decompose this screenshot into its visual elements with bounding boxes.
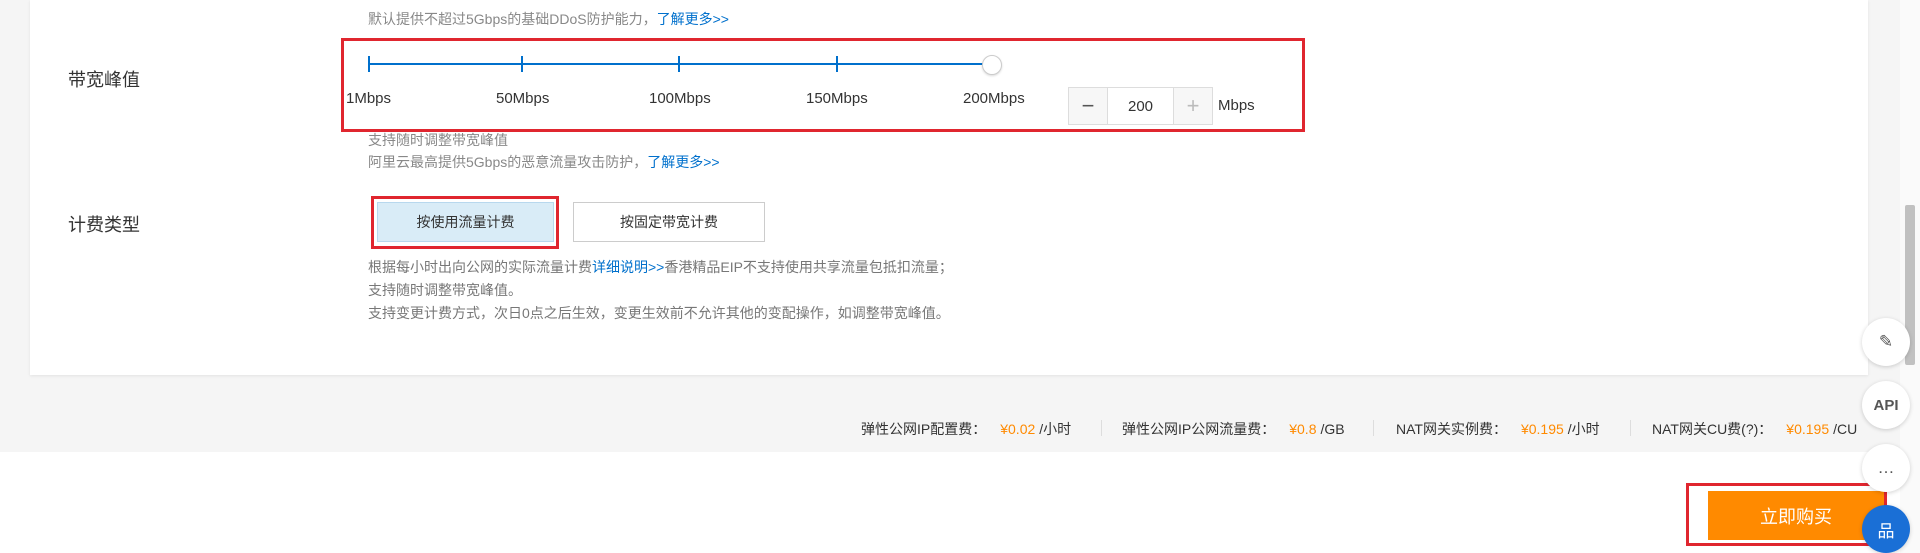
fee-unit: /GB: [1320, 421, 1345, 437]
fee-price: ¥0.195: [1520, 421, 1564, 437]
chat-icon[interactable]: …: [1862, 444, 1910, 492]
ddos-learn-more-link[interactable]: 了解更多>>: [657, 11, 729, 27]
fee-eip-config: 弹性公网IP配置费： ¥0.02/小时: [861, 419, 1071, 439]
bottom-action-area: [0, 452, 1920, 553]
ddos-protection-text: 阿里云最高提供5Gbps的恶意流量攻击防护，: [368, 154, 648, 170]
protection-learn-more-link[interactable]: 了解更多>>: [647, 154, 719, 170]
fee-unit: /CU: [1833, 421, 1858, 437]
bandwidth-note: 支持随时调整带宽峰值: [368, 132, 508, 148]
fee-nat-instance: NAT网关实例费： ¥0.195/小时: [1396, 419, 1600, 439]
fee-nat-cu: NAT网关CU费(?)： ¥0.195/CU: [1652, 419, 1857, 439]
fee-price: ¥0.195: [1786, 421, 1830, 437]
fee-label: NAT网关实例费：: [1396, 421, 1507, 437]
ddos-note: 默认提供不超过5Gbps的基础DDoS防护能力，了解更多>>: [368, 9, 729, 29]
ddos-note-text: 默认提供不超过5Gbps的基础DDoS防护能力，: [368, 11, 657, 27]
billing-desc-3: 支持变更计费方式，次日0点之后生效，变更生效前不允许其他的变配操作，如调整带宽峰…: [368, 305, 950, 321]
fee-divider: [1101, 420, 1102, 436]
fee-price: ¥0.8: [1289, 421, 1317, 437]
highlight-box-billing: [371, 196, 559, 249]
highlight-box-buy: [1686, 483, 1887, 546]
billing-type-label: 计费类型: [68, 215, 140, 235]
fee-price: ¥0.02: [1000, 421, 1036, 437]
billing-option-fixed[interactable]: 按固定带宽计费: [573, 202, 765, 242]
feedback-icon[interactable]: ✎: [1862, 318, 1910, 366]
billing-desc-text-2: 香港精品EIP不支持使用共享流量包抵扣流量；: [664, 259, 953, 275]
grid-icon[interactable]: 品: [1862, 505, 1910, 553]
fee-label: NAT网关CU费(?)：: [1652, 421, 1773, 437]
fee-unit: /小时: [1567, 421, 1600, 437]
billing-details-link[interactable]: 详细说明>>: [592, 259, 664, 275]
api-icon[interactable]: API: [1862, 381, 1910, 429]
fee-label: 弹性公网IP公网流量费：: [1122, 421, 1276, 437]
bandwidth-label: 带宽峰值: [68, 70, 140, 90]
highlight-box-bandwidth: [341, 38, 1305, 132]
billing-desc-1: 根据每小时出向公网的实际流量计费详细说明>>香港精品EIP不支持使用共享流量包抵…: [368, 257, 953, 277]
fee-unit: /小时: [1039, 421, 1072, 437]
fee-label: 弹性公网IP配置费：: [861, 421, 987, 437]
billing-desc-2: 支持随时调整带宽峰值。: [368, 282, 522, 298]
ddos-protection-note: 阿里云最高提供5Gbps的恶意流量攻击防护，了解更多>>: [368, 152, 720, 172]
fee-eip-traffic: 弹性公网IP公网流量费： ¥0.8/GB: [1122, 419, 1345, 439]
fee-divider: [1373, 420, 1374, 436]
fee-divider: [1630, 420, 1631, 436]
billing-desc-text: 根据每小时出向公网的实际流量计费: [368, 259, 592, 275]
